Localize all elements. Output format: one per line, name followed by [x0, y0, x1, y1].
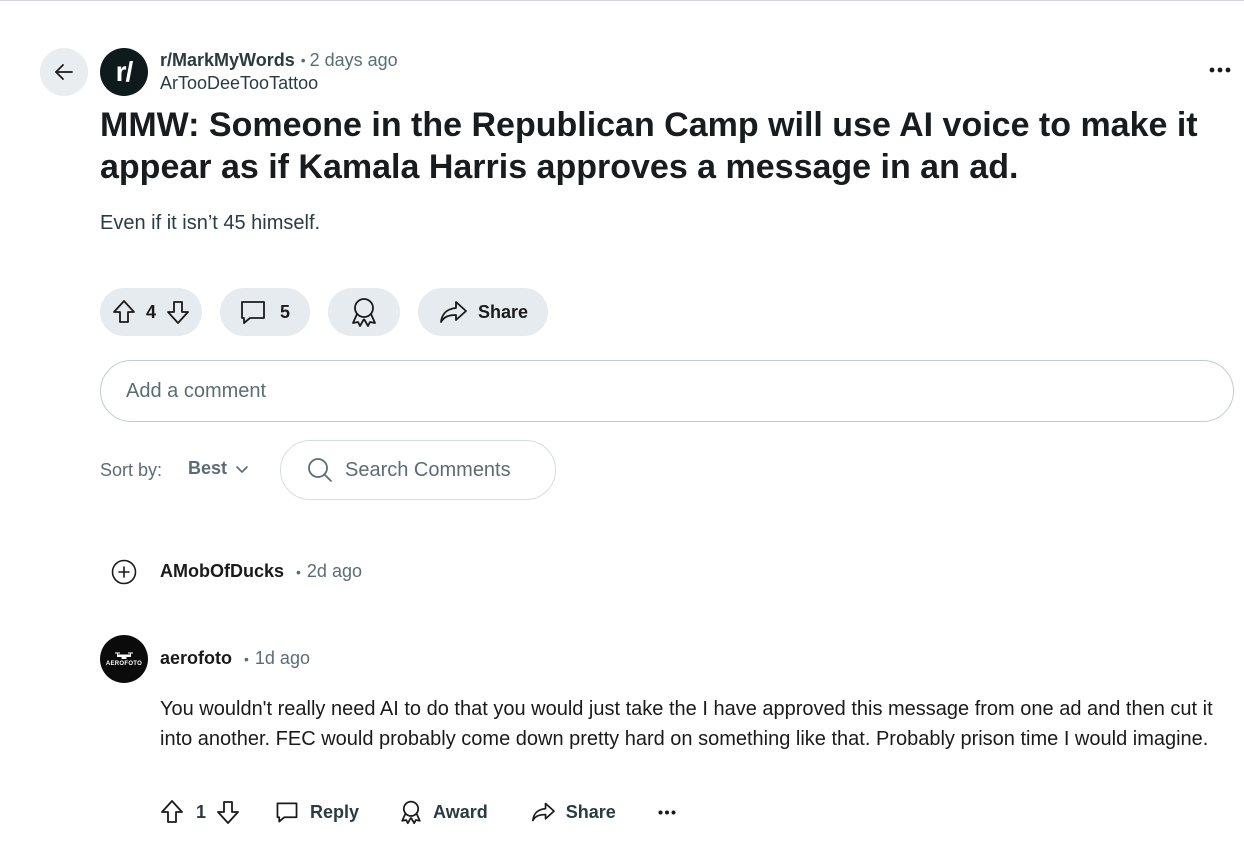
upvote-icon — [161, 800, 183, 823]
share-icon — [440, 301, 467, 323]
comment-vote-count: 1 — [196, 801, 207, 822]
downvote-icon — [217, 801, 239, 824]
post-comment-count: 5 — [280, 301, 291, 322]
meta-separator: • — [296, 563, 301, 580]
sort-value: Best — [188, 458, 228, 478]
drone-icon — [115, 652, 133, 659]
post-title: MMW: Someone in the Republican Camp will… — [100, 106, 1198, 186]
chevron-down-icon — [236, 465, 248, 473]
expand-comment-button[interactable] — [111, 559, 137, 585]
reply-label: Reply — [310, 801, 360, 822]
share-label: Share — [565, 801, 616, 822]
search-comments-input[interactable] — [345, 458, 545, 482]
downvote-button[interactable] — [166, 299, 190, 325]
comment-action-bar: 1 Reply Award Share — [160, 796, 676, 828]
avatar[interactable]: AEROFOTO — [100, 635, 148, 683]
upvote-icon — [113, 300, 135, 323]
post-body: Even if it isn’t 45 himself. — [100, 212, 321, 234]
upvote-button[interactable] — [112, 299, 136, 325]
comment-downvote-button[interactable] — [216, 799, 240, 825]
comment-time: 2d ago — [306, 561, 362, 581]
vote-pill: 4 — [100, 288, 203, 336]
award-button[interactable] — [328, 288, 401, 336]
comments-button[interactable]: 5 — [220, 288, 311, 336]
meta-separator: • — [244, 650, 249, 667]
post-vote-count: 4 — [146, 301, 157, 322]
share-label: Share — [478, 301, 529, 322]
comment-time: 1d ago — [254, 648, 310, 668]
downvote-icon — [167, 301, 189, 324]
comment-author[interactable]: aerofoto — [160, 648, 232, 669]
comment-bubble-icon — [241, 301, 265, 324]
award-icon — [401, 800, 421, 825]
top-divider — [0, 0, 1244, 1]
comment-body: You wouldn't really need AI to do that y… — [160, 698, 1213, 750]
comment-upvote-button[interactable] — [160, 799, 184, 825]
add-comment-input[interactable] — [126, 379, 1233, 403]
award-icon — [352, 298, 376, 327]
reply-button[interactable]: Reply — [274, 799, 359, 825]
more-horizontal-icon — [1209, 67, 1231, 73]
sort-dropdown[interactable]: Best — [188, 458, 249, 479]
subreddit-avatar-text: r/ — [115, 56, 134, 87]
share-icon — [531, 802, 555, 822]
arrow-left-icon — [55, 64, 73, 80]
search-comments-box[interactable] — [280, 440, 556, 500]
subreddit-link[interactable]: r/MarkMyWords — [160, 50, 295, 71]
post-author[interactable]: ArTooDeeTooTattoo — [160, 73, 398, 94]
comment-meta: aerofoto • 1d ago — [160, 648, 310, 669]
comment-author[interactable]: AMobOfDucks — [160, 561, 284, 582]
post-time: 2 days ago — [309, 49, 398, 70]
back-button[interactable] — [40, 48, 88, 96]
add-comment-box[interactable] — [100, 360, 1234, 422]
more-horizontal-icon — [658, 810, 676, 814]
subreddit-avatar[interactable]: r/ — [100, 48, 148, 96]
comment-bubble-icon — [276, 802, 298, 823]
comment-overflow-menu-button[interactable] — [658, 810, 676, 815]
post-action-bar: 4 5 Share — [100, 288, 549, 336]
avatar-brand-text: AEROFOTO — [105, 660, 143, 667]
share-button[interactable]: Share — [418, 288, 549, 336]
post-meta: r/MarkMyWords • 2 days ago ArTooDeeTooTa… — [160, 49, 398, 94]
meta-separator: • — [300, 52, 306, 68]
comment-award-button[interactable]: Award — [399, 799, 488, 825]
comment-share-button[interactable]: Share — [530, 801, 616, 823]
award-label: Award — [433, 801, 488, 822]
post-overflow-menu-button[interactable] — [1208, 58, 1232, 82]
plus-circle-icon — [111, 559, 137, 585]
comment-meta: AMobOfDucks • 2d ago — [160, 561, 362, 582]
search-icon — [308, 458, 332, 482]
sort-label: Sort by: — [100, 460, 163, 480]
